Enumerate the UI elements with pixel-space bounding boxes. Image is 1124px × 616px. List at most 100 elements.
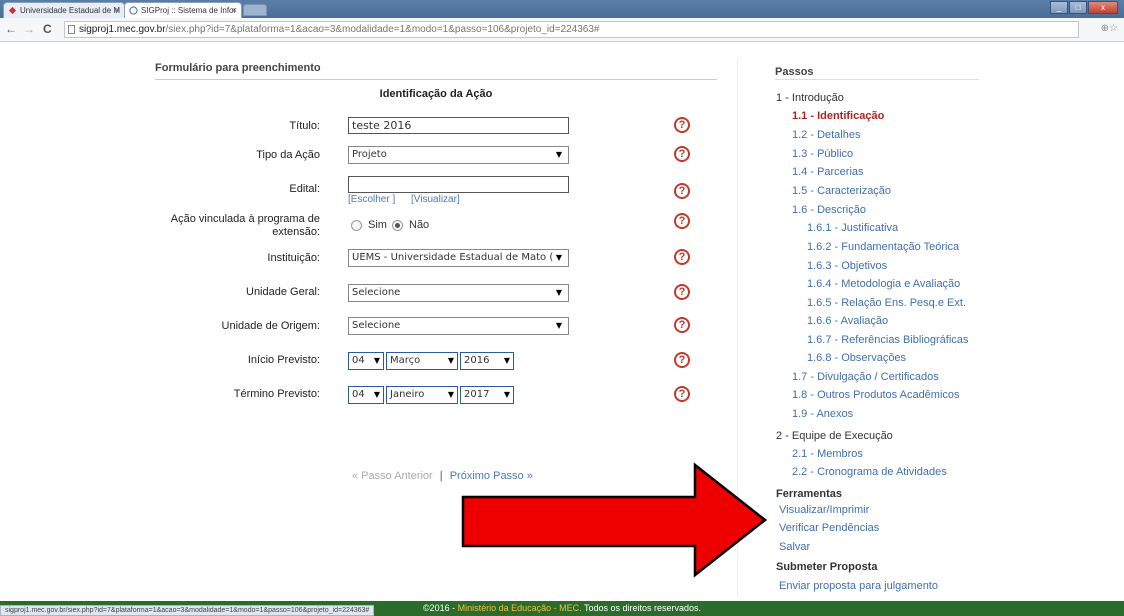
- inicio-month-select[interactable]: Março ▼: [386, 352, 458, 370]
- back-arrow-icon[interactable]: ←: [5, 22, 17, 36]
- salvar-link[interactable]: Salvar: [779, 541, 810, 553]
- url-input[interactable]: sigproj1.mec.gov.br/siex.php?id=7&plataf…: [64, 21, 1079, 38]
- dropdown-arrow-icon: ▼: [373, 390, 380, 399]
- reload-icon[interactable]: C: [43, 22, 52, 36]
- help-icon[interactable]: ?: [674, 117, 690, 133]
- footer-rights: Todos os direitos reservados.: [581, 603, 702, 613]
- sidebar-item-justificativa[interactable]: 1.6.1 - Justificativa: [807, 222, 898, 234]
- sidebar-item-membros[interactable]: 2.1 - Membros: [792, 448, 863, 460]
- window-controls: _ □ x: [1049, 1, 1118, 15]
- sidebar-item-relacao[interactable]: 1.6.5 - Relação Ens. Pesq.e Ext.: [807, 297, 966, 309]
- edital-choose-link[interactable]: [Escolher ]: [348, 194, 395, 205]
- browser-tab-bar: Universidade Estadual de M × SIGProj :: …: [0, 0, 1124, 18]
- help-icon[interactable]: ?: [674, 146, 690, 162]
- sidebar-item-avaliacao[interactable]: 1.6.6 - Avaliação: [807, 315, 888, 327]
- sim-radio[interactable]: [351, 220, 362, 231]
- sidebar-item-referencias[interactable]: 1.6.7 - Referências Bibliográficas: [807, 334, 968, 346]
- footer-mec-link[interactable]: Ministério da Educação - MEC.: [458, 603, 582, 613]
- sidebar-item-fundamentacao[interactable]: 1.6.2 - Fundamentação Teórica: [807, 241, 959, 253]
- zoom-star-icon[interactable]: ⊕☆: [1101, 23, 1118, 34]
- uems-favicon-icon: [8, 6, 17, 15]
- tipo-select[interactable]: Projeto ▼: [348, 146, 569, 164]
- inicio-day-select[interactable]: 04 ▼: [348, 352, 384, 370]
- url-path: /siex.php?id=7&plataforma=1&acao=3&modal…: [165, 24, 600, 35]
- unidade-origem-select[interactable]: Selecione ▼: [348, 317, 569, 335]
- inicio-day-value: 04: [352, 355, 365, 366]
- enviar-proposta-link[interactable]: Enviar proposta para julgamento: [779, 580, 938, 592]
- dropdown-arrow-icon: ▼: [503, 390, 510, 399]
- inicio-year-value: 2016: [464, 355, 490, 366]
- sim-label: Sim: [368, 219, 387, 231]
- instituicao-label: Instituição:: [267, 252, 320, 264]
- termino-day-select[interactable]: 04 ▼: [348, 386, 384, 404]
- page-favicon-icon: [129, 6, 138, 15]
- status-url: sigproj1.mec.gov.br/siex.php?id=7&plataf…: [0, 605, 375, 616]
- submit-title: Submeter Proposta: [776, 561, 878, 573]
- forward-arrow-icon[interactable]: →: [23, 22, 35, 36]
- sidebar-item-cronograma[interactable]: 2.2 - Cronograma de Atividades: [792, 466, 947, 478]
- termino-label: Término Previsto:: [233, 388, 320, 400]
- dropdown-arrow-icon: ▼: [373, 356, 380, 365]
- close-icon[interactable]: ×: [232, 5, 237, 15]
- sidebar-section-introducao: 1 - Introdução: [776, 92, 844, 104]
- termino-year-select[interactable]: 2017 ▼: [460, 386, 514, 404]
- sidebar-item-outros-produtos[interactable]: 1.8 - Outros Produtos Acadêmicos: [792, 389, 960, 401]
- help-icon[interactable]: ?: [674, 352, 690, 368]
- edital-input[interactable]: [348, 176, 569, 193]
- maximize-icon[interactable]: □: [1069, 1, 1087, 14]
- sidebar-item-publico[interactable]: 1.3 - Público: [792, 148, 853, 160]
- termino-day-value: 04: [352, 389, 365, 400]
- unidade-geral-select[interactable]: Selecione ▼: [348, 284, 569, 302]
- sidebar-item-caracterizacao[interactable]: 1.5 - Caracterização: [792, 185, 891, 197]
- dropdown-arrow-icon: ▼: [555, 150, 562, 159]
- instituicao-select[interactable]: UEMS - Universidade Estadual de Mato (▼: [348, 249, 569, 267]
- dropdown-arrow-icon: ▼: [447, 356, 454, 365]
- unidade-origem-label: Unidade de Origem:: [221, 320, 320, 332]
- unidade-geral-value: Selecione: [352, 287, 401, 298]
- form-header: Formulário para preenchimento: [155, 62, 717, 80]
- sidebar-item-detalhes[interactable]: 1.2 - Detalhes: [792, 129, 860, 141]
- address-bar: ← → C sigproj1.mec.gov.br/siex.php?id=7&…: [0, 18, 1124, 42]
- help-icon[interactable]: ?: [674, 183, 690, 199]
- vinculada-label-line2: extensão:: [272, 226, 320, 238]
- help-icon[interactable]: ?: [674, 284, 690, 300]
- browser-tab-title: Universidade Estadual de M: [20, 6, 121, 15]
- help-icon[interactable]: ?: [674, 386, 690, 402]
- close-icon[interactable]: ×: [115, 5, 120, 15]
- dropdown-arrow-icon: ▼: [503, 356, 510, 365]
- edital-label: Edital:: [289, 183, 320, 195]
- help-icon[interactable]: ?: [674, 249, 690, 265]
- browser-tab-sigproj[interactable]: SIGProj :: Sistema de Infor ×: [124, 2, 242, 18]
- verificar-pendencias-link[interactable]: Verificar Pendências: [779, 522, 879, 534]
- edital-view-link[interactable]: [Visualizar]: [411, 194, 460, 205]
- sidebar-item-divulgacao[interactable]: 1.7 - Divulgação / Certificados: [792, 371, 939, 383]
- help-icon[interactable]: ?: [674, 317, 690, 333]
- sidebar-section-equipe: 2 - Equipe de Execução: [776, 430, 893, 442]
- window-close-icon[interactable]: x: [1088, 1, 1118, 14]
- tipo-label: Tipo da Ação: [256, 149, 320, 161]
- minimize-icon[interactable]: _: [1050, 1, 1068, 14]
- browser-tab-title: SIGProj :: Sistema de Infor: [141, 6, 237, 15]
- nao-radio[interactable]: [392, 220, 403, 231]
- vinculada-label-line1: Ação vinculada à programa de: [170, 213, 320, 225]
- sidebar-item-identificacao[interactable]: 1.1 - Identificação: [792, 110, 884, 122]
- inicio-year-select[interactable]: 2016 ▼: [460, 352, 514, 370]
- sidebar-item-metodologia[interactable]: 1.6.4 - Metodologia e Avaliação: [807, 278, 960, 290]
- form-subtitle: Identificação da Ação: [379, 88, 493, 100]
- help-icon[interactable]: ?: [674, 213, 690, 229]
- termino-month-select[interactable]: Janeiro ▼: [386, 386, 458, 404]
- sidebar-item-objetivos[interactable]: 1.6.3 - Objetivos: [807, 260, 887, 272]
- inicio-month-value: Março: [390, 355, 421, 366]
- new-tab-button[interactable]: [243, 4, 267, 16]
- visualizar-imprimir-link[interactable]: Visualizar/Imprimir: [779, 504, 869, 516]
- sidebar-item-anexos[interactable]: 1.9 - Anexos: [792, 408, 853, 420]
- sidebar-item-descricao[interactable]: 1.6 - Descrição: [792, 204, 866, 216]
- previous-step-link[interactable]: « Passo Anterior: [352, 470, 433, 482]
- browser-tab-uems[interactable]: Universidade Estadual de M ×: [3, 2, 125, 18]
- titulo-input[interactable]: teste 2016: [348, 117, 569, 134]
- unidade-origem-value: Selecione: [352, 320, 401, 331]
- sidebar-item-observacoes[interactable]: 1.6.8 - Observações: [807, 352, 906, 364]
- footer-copyright: ©2016 -: [422, 603, 458, 613]
- dropdown-arrow-icon: ▼: [555, 253, 562, 262]
- sidebar-item-parcerias[interactable]: 1.4 - Parcerias: [792, 166, 864, 178]
